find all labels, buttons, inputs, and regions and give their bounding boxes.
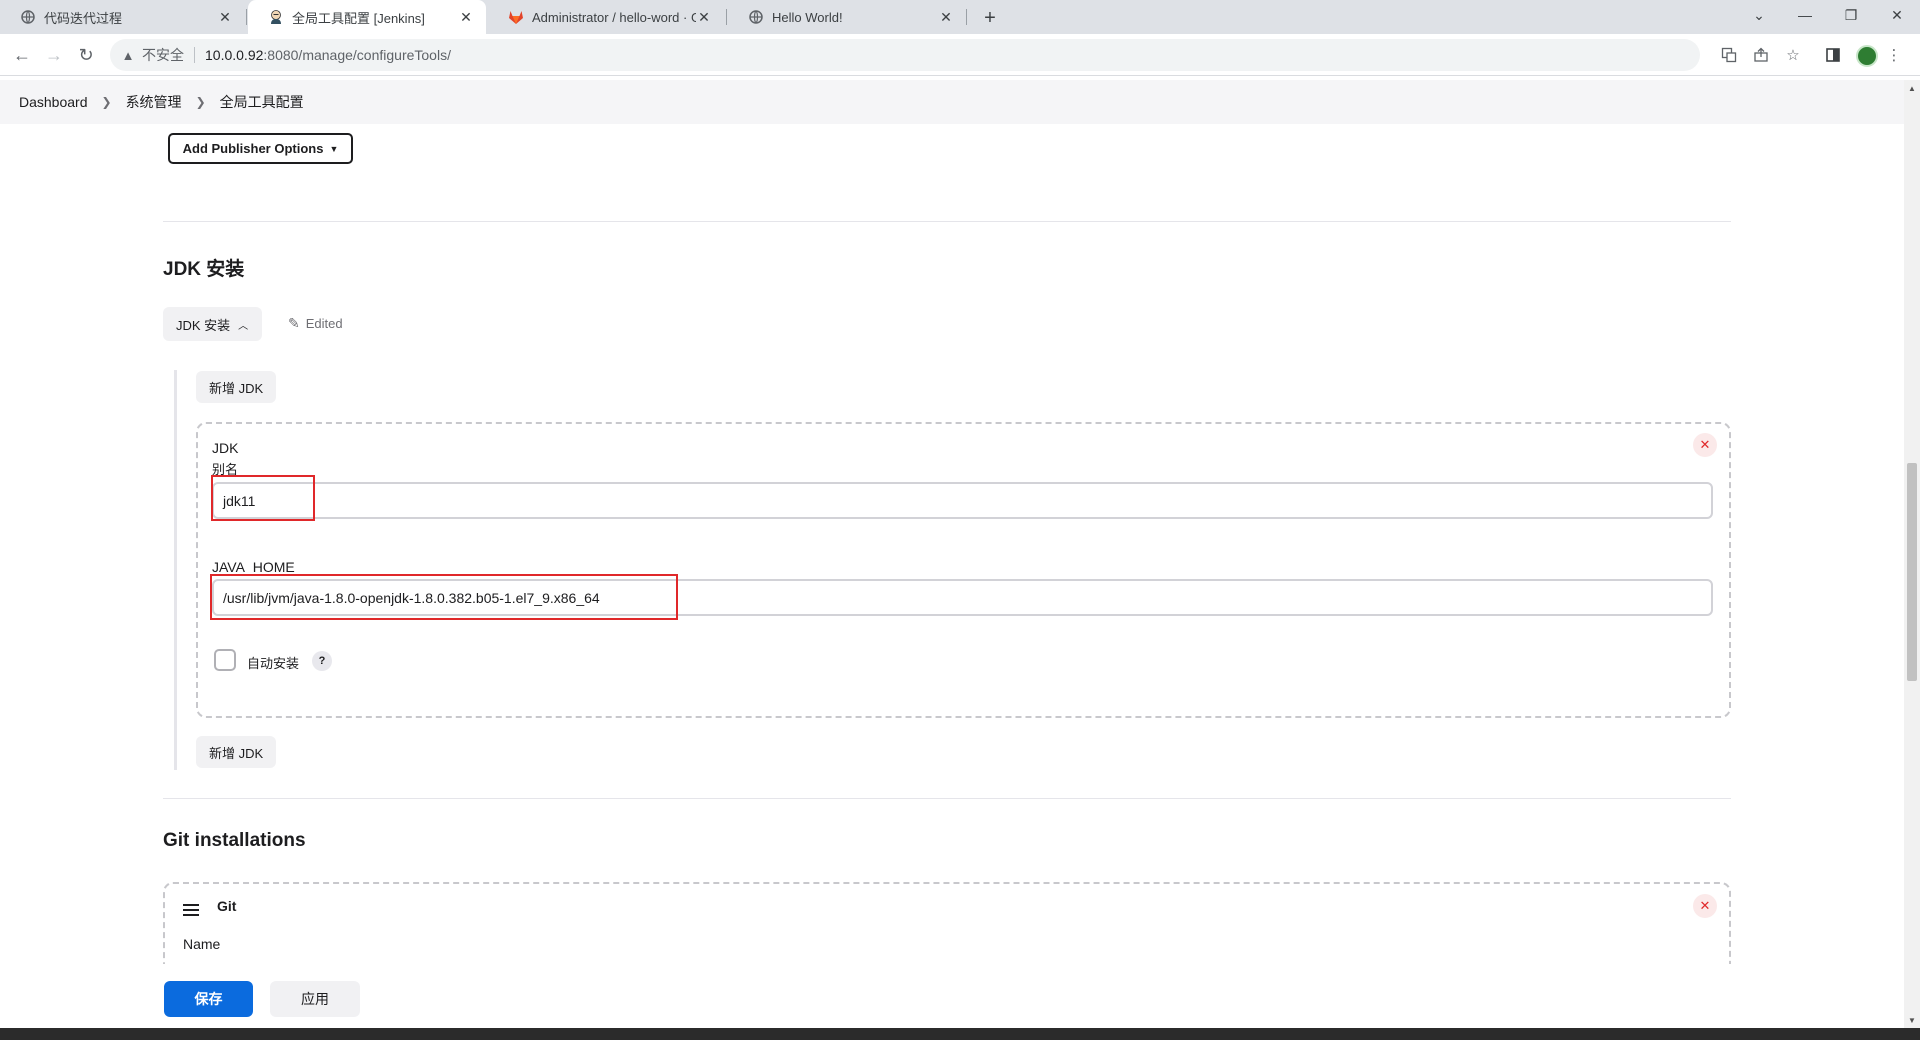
add-publisher-options-label: Add Publisher Options: [182, 141, 324, 156]
jenkins-icon: [268, 9, 284, 25]
chevron-right-icon: ❯: [101, 95, 112, 109]
tab-separator: [246, 9, 247, 25]
side-panel-icon[interactable]: [1819, 41, 1847, 69]
breadcrumb-item-configure-tools[interactable]: 全局工具配置: [220, 92, 304, 112]
section-divider: [163, 221, 1731, 222]
alias-highlight-box: [211, 475, 315, 521]
auto-install-checkbox[interactable]: [214, 649, 236, 671]
translate-icon[interactable]: [1715, 41, 1743, 69]
apply-button[interactable]: 应用: [270, 981, 360, 1017]
add-jdk-label: 新增 JDK: [209, 380, 264, 396]
form-actions-bar: 保存 应用: [0, 964, 1904, 1028]
browser-toolbar: ← → ↻ ▲ 不安全 10.0.0.92 :8080/manage/confi…: [0, 34, 1920, 76]
caret-down-icon: ▼: [329, 143, 339, 154]
tab-separator: [726, 9, 727, 25]
minimize-icon[interactable]: —: [1782, 0, 1828, 30]
breadcrumb-item-manage[interactable]: 系统管理: [126, 92, 182, 112]
browser-tab-3[interactable]: Administrator / hello-word · G ✕: [488, 0, 724, 34]
save-button[interactable]: 保存: [164, 981, 253, 1017]
scroll-up-icon[interactable]: ▲: [1904, 80, 1920, 96]
breadcrumb-item-dashboard[interactable]: Dashboard: [19, 94, 88, 110]
java-home-highlight-box: [210, 574, 678, 620]
edited-label: Edited: [305, 316, 343, 331]
gitlab-icon: [508, 9, 524, 25]
close-icon[interactable]: ✕: [938, 9, 954, 25]
close-icon[interactable]: ✕: [696, 9, 712, 25]
insecure-label[interactable]: 不安全: [142, 45, 184, 65]
restore-icon[interactable]: ❐: [1828, 0, 1874, 30]
tab-separator: [966, 9, 967, 25]
browser-tab-strip: 代码迭代过程 ✕ 全局工具配置 [Jenkins] ✕ Administrato…: [0, 0, 1920, 34]
browser-tab-1[interactable]: 代码迭代过程 ✕: [0, 0, 245, 34]
url-path: :8080/manage/configureTools/: [263, 47, 451, 63]
address-separator: [194, 47, 195, 63]
forward-icon[interactable]: →: [40, 41, 68, 69]
os-taskbar: [0, 1028, 1920, 1040]
browser-tab-title: Hello World!: [772, 9, 843, 25]
address-bar[interactable]: ▲ 不安全 10.0.0.92 :8080/manage/configureTo…: [110, 39, 1700, 71]
drag-handle-icon[interactable]: [183, 904, 199, 916]
browser-tab-title: Administrator / hello-word · G: [532, 9, 696, 25]
jdk-section-title: JDK 安装: [163, 259, 245, 280]
jdk-installation-card: ✕ JDK 别名 jdk11 JAVA_HOME /usr/lib/jvm/ja…: [196, 422, 1731, 718]
chevron-up-icon: ︿: [238, 320, 249, 332]
scrollbar-thumb[interactable]: [1907, 463, 1917, 681]
jdk-alias-input[interactable]: jdk11: [212, 482, 1713, 519]
add-jdk-button[interactable]: 新增 JDK: [196, 371, 277, 403]
section-divider: [163, 798, 1731, 799]
chevron-right-icon: ❯: [195, 95, 206, 109]
close-icon[interactable]: ✕: [217, 9, 233, 25]
warning-icon[interactable]: ▲: [120, 47, 136, 63]
tab-search-icon[interactable]: ⌄: [1736, 0, 1782, 30]
add-jdk-label-bottom: 新增 JDK: [209, 745, 264, 761]
jdk-card-heading: JDK: [212, 440, 239, 456]
globe-icon: [748, 9, 764, 25]
more-menu-icon[interactable]: ⋮: [1884, 41, 1904, 69]
browser-tab-4[interactable]: Hello World! ✕: [728, 0, 966, 34]
help-icon[interactable]: ?: [312, 651, 332, 671]
scroll-down-icon[interactable]: ▼: [1904, 1012, 1920, 1028]
url-host: 10.0.0.92: [205, 47, 264, 63]
git-installation-card: Git ✕ Name: [163, 882, 1731, 964]
browser-tab-title: 代码迭代过程: [44, 10, 123, 26]
pencil-icon: ✎: [288, 315, 300, 331]
edited-indicator: ✎ Edited: [288, 315, 343, 332]
repeatable-rail: [174, 370, 177, 770]
back-icon[interactable]: ←: [8, 41, 36, 69]
window-close-icon[interactable]: ✕: [1874, 0, 1920, 30]
close-icon[interactable]: ✕: [458, 9, 474, 25]
close-icon[interactable]: ✕: [1693, 894, 1717, 918]
page-scrollbar[interactable]: ▲ ▼: [1904, 80, 1920, 1028]
new-tab-button[interactable]: +: [977, 5, 1003, 31]
globe-icon: [20, 9, 36, 25]
close-icon[interactable]: ✕: [1693, 433, 1717, 457]
git-card-heading: Git: [217, 898, 237, 914]
add-jdk-button-bottom[interactable]: 新增 JDK: [196, 736, 277, 768]
main-content: Add Publisher Options ▼ JDK 安装 JDK 安装 ︿ …: [0, 124, 1904, 964]
reload-icon[interactable]: ↻: [72, 41, 100, 69]
browser-tab-2[interactable]: 全局工具配置 [Jenkins] ✕: [248, 0, 486, 34]
browser-tab-title: 全局工具配置 [Jenkins]: [292, 10, 425, 26]
add-publisher-options-button[interactable]: Add Publisher Options ▼: [168, 133, 353, 164]
bookmark-star-icon[interactable]: ☆: [1779, 41, 1807, 69]
java-home-label: JAVA_HOME: [212, 559, 295, 575]
git-name-label: Name: [183, 936, 221, 952]
auto-install-label[interactable]: 自动安装: [247, 653, 299, 672]
breadcrumb: Dashboard ❯ 系统管理 ❯ 全局工具配置: [0, 80, 1904, 124]
profile-avatar[interactable]: [1856, 45, 1878, 67]
jdk-toggle-label: JDK 安装: [176, 317, 231, 333]
git-section-title: Git installations: [163, 830, 306, 851]
help-label: ?: [318, 655, 326, 667]
jdk-installations-toggle[interactable]: JDK 安装 ︿: [163, 307, 263, 341]
share-icon[interactable]: [1747, 41, 1775, 69]
